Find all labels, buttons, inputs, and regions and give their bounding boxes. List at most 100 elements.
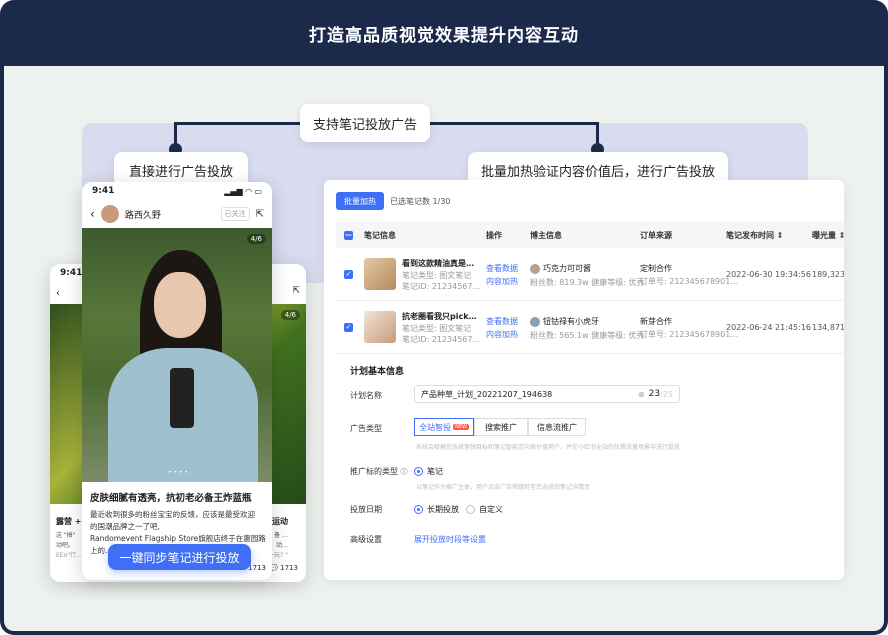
view-count: 189,323 [812,270,844,279]
back-left-card-desc: 这 "搞" [56,532,76,539]
like-count-value: 1713 [248,564,266,572]
col-header-sortable[interactable]: 笔记发布时间 ⇕ [726,230,784,241]
date-option-custom[interactable]: 自定义 [466,504,503,515]
carousel-dots: • • • • [168,469,188,476]
blogger-info: 钮钴禄有小虎牙 [530,316,599,327]
phone-front-statusbar: 9:41 ▂▄▆ ◠ ▭ [82,182,272,200]
blogger-fans: 粉丝数: 819.3w [530,278,589,287]
batch-boost-button[interactable]: 批量加热 [336,192,384,210]
publish-time: 2022-06-30 19:34:56 [726,270,811,279]
table-header: — 笔记信息 操作 博主信息 订单来源 笔记发布时间 ⇕ 曝光量 ⇕ [336,222,844,248]
note-id: 笔记ID: 21234567… [402,335,481,344]
ad-type-option-feed[interactable]: 信息流推广 [528,418,586,436]
new-badge: NEW [453,424,469,430]
row-checkbox[interactable]: ✓ [344,269,353,279]
row-checkbox[interactable]: ✓ [344,322,353,332]
blogger-fans: 粉丝数: 565.1w [530,331,589,340]
info-icon[interactable]: ⓘ [401,468,408,476]
ad-type-hint: 系统会根据您选择营销目标和笔记智能定向高价值用户，并在小红书全站的优质流量场景中… [416,444,681,451]
plan-name-label: 计划名称 [350,391,382,400]
publish-time: 2022-06-24 21:45:16 [726,323,811,332]
blogger-stats: 粉丝数: 819.3w 健康等级: 优秀 [530,277,644,288]
clear-icon[interactable]: ⊗ [638,390,645,399]
col-header-label: 笔记发布时间 [726,231,774,240]
share-icon[interactable]: ⇱ [292,286,300,296]
col-header-sortable[interactable]: 曝光量 ⇕ [812,230,844,241]
comment-count[interactable]: 💬 1713 [269,564,298,572]
col-header: 博主信息 [530,231,562,240]
sync-post-button[interactable]: 一键同步笔记进行投放 [108,544,251,570]
col-header: 订单来源 [640,231,672,240]
target-type-hint: 以笔记作为推广主体，用户点击广告将跳转至您选择的笔记详情页 [416,484,591,491]
advanced-settings-link[interactable]: 展开投放时段等设置 [414,534,486,545]
share-icon[interactable]: ⇱ [256,209,264,220]
back-right-card-desc: 动… [275,542,288,549]
follow-button[interactable]: 已关注 [220,207,250,221]
col-header: 操作 [486,231,502,240]
note-thumbnail [364,311,396,343]
back-right-card-title: 运动 [272,517,288,526]
target-type-label: 推广标的类型 ⓘ [350,466,408,477]
post-header: ‹ 路西久野 已关注 ⇱ [82,200,272,228]
promo-frame: 打造高品质视觉效果提升内容互动 支持笔记投放广告 直接进行广告投放 批量加热验证… [0,0,888,635]
post-photo: 4/6 • • • • [82,228,272,482]
post-body-line: 最近收到很多的粉丝宝宝的反馈，应该是最受欢迎 [90,510,255,519]
page-title: 打造高品质视觉效果提升内容互动 [309,25,579,46]
note-type: 笔记类型: 图文笔记 [402,271,472,280]
date-option-label: 自定义 [479,505,503,514]
date-label: 投放日期 [350,505,382,514]
order-number: 订单号: 212345678901… [640,330,739,339]
ad-type-option-all[interactable]: 全站智投 NEW [414,418,474,436]
blogger-stats: 粉丝数: 565.1w 健康等级: 优秀 [530,330,644,341]
content-boost-link[interactable]: 内容加热 [486,276,518,287]
note-title[interactable]: 抗老圈看我只pick… [402,311,477,322]
ad-type-option-label: 全站智投 [419,422,452,432]
comment-count-value: 1713 [280,564,298,572]
blogger-level: 健康等级: 优秀 [591,331,645,340]
plan-section-title: 计划基本信息 [350,367,405,377]
note-title[interactable]: 看到这款精油真是… [402,258,474,269]
back-left-card-desc: 动吧。 [56,542,75,549]
col-header: 笔记信息 [364,231,396,240]
target-type-label-text: 推广标的类型 [350,467,398,476]
note-type: 笔记类型: 图文笔记 [402,324,472,333]
target-type-value: 笔记 [427,467,443,476]
blogger-level: 健康等级: 优秀 [591,278,645,287]
back-icon[interactable]: ‹ [56,288,60,299]
date-option-long-term[interactable]: 长期投放 [414,504,459,515]
user-name[interactable]: 路西久野 [125,208,161,221]
blogger-name: 巧克力可可酱 [543,264,591,273]
selected-count: 已选笔记数 1/30 [390,197,451,206]
ad-type-option-search[interactable]: 搜索推广 [474,418,528,436]
avatar[interactable] [100,205,119,223]
back-arrow-icon[interactable]: ‹ [90,207,95,221]
plan-name-value: 产品种草_计划_20221207_194638 [421,389,553,399]
char-count: 23 [648,389,661,399]
illustration-stage: 支持笔记投放广告 直接进行广告投放 批量加热验证内容价值后，进行广告投放 9:4… [4,66,884,631]
select-all-checkbox[interactable]: — [344,230,353,240]
char-max: /25 [660,389,673,399]
plan-name-input[interactable]: 产品种草_计划_20221207_194638 ⊗ 23 /25 [414,385,680,403]
phone-front-time: 9:41 [92,186,115,196]
phone-front: 9:41 ▂▄▆ ◠ ▭ ‹ 路西久野 已关注 ⇱ 4/6 • • • • 皮肤… [82,182,272,580]
view-data-link[interactable]: 查看数据 [486,316,518,327]
content-boost-link[interactable]: 内容加热 [486,329,518,340]
col-header-label: 曝光量 [812,231,836,240]
photo-inner [170,368,194,428]
view-data-link[interactable]: 查看数据 [486,263,518,274]
note-thumbnail [364,258,396,290]
post-title: 皮肤细腻有透亮，抗初老必备王炸蓝瓶 [90,493,252,504]
table-row: ✓ 看到这款精油真是… 笔记类型: 图文笔记 笔记ID: 21234567… 查… [336,248,844,301]
signal-icons: ▂▄▆ ◠ ▭ [224,186,262,196]
order-source: 定制合作 [640,264,672,273]
blogger-name: 钮钴禄有小虎牙 [543,317,599,326]
callout-top: 支持笔记投放广告 [300,104,430,142]
note-id: 笔记ID: 21234567… [402,282,481,291]
blogger-avatar [530,316,540,327]
phone-back-time: 9:41 [60,268,83,278]
post-body-line: 的国潮品牌之一了吧, [90,522,160,531]
back-right-card-desc: 备 … [274,532,288,539]
back-left-card-desc: EEo"行… [56,552,83,559]
target-type-radio[interactable]: 笔记 [414,466,443,477]
order-number: 订单号: 212345678901… [640,277,739,286]
